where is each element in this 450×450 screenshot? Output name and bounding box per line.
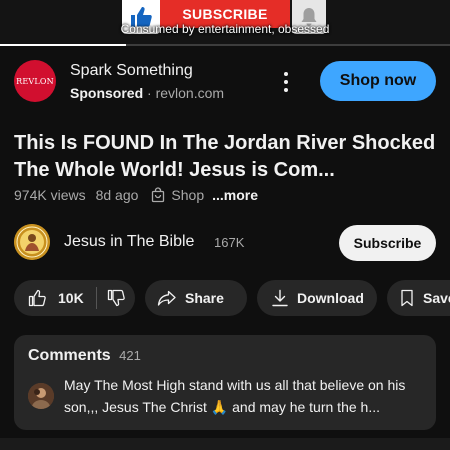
more-link[interactable]: ...more (212, 187, 258, 203)
channel-row: Jesus in The Bible 167K Subscribe (0, 222, 450, 266)
comments-section[interactable]: Comments 421 May The Most High stand wit… (14, 335, 436, 430)
bottom-edge (0, 438, 450, 450)
share-button[interactable]: Share (145, 280, 247, 316)
ad-separator: · (147, 85, 152, 101)
shop-now-button[interactable]: Shop now (320, 61, 436, 101)
sponsored-ad[interactable]: REVLON Spark Something Sponsored · revlo… (0, 50, 450, 114)
video-metadata[interactable]: 974K views 8d ago Shop ...more (14, 187, 258, 203)
view-count: 974K views (14, 187, 86, 203)
video-player[interactable]: SUBSCRIBE Consumed by entertainment, obs… (0, 0, 450, 44)
share-label: Share (185, 290, 224, 306)
video-actions: 10K Share Download Save (14, 280, 450, 316)
top-comment-text: May The Most High stand with us all that… (64, 377, 406, 415)
like-dislike-pill: 10K (14, 280, 135, 316)
like-button[interactable]: 10K (14, 280, 84, 316)
thumbs-up-icon (28, 289, 46, 307)
video-progress-bar[interactable] (0, 44, 450, 46)
sponsored-label: Sponsored (70, 85, 144, 101)
video-title[interactable]: This Is FOUND In The Jordan River Shocke… (14, 130, 442, 184)
video-caption: Consumed by entertainment, obsessed (120, 22, 330, 36)
subscriber-count: 167K (214, 235, 245, 250)
bookmark-icon (401, 289, 413, 307)
avatar[interactable] (14, 224, 50, 260)
advertiser-logo: REVLON (14, 60, 56, 102)
dislike-button[interactable] (97, 280, 125, 316)
share-arrow-icon (157, 290, 176, 306)
download-label: Download (297, 290, 364, 306)
save-button[interactable]: Save (387, 280, 450, 316)
ad-domain: revlon.com (155, 85, 225, 101)
commenter-avatar (28, 383, 54, 409)
download-icon (272, 289, 288, 307)
channel-name[interactable]: Jesus in The Bible (64, 233, 194, 251)
comments-label: Comments (28, 347, 111, 364)
kebab-menu-icon[interactable] (278, 68, 294, 96)
comments-count: 421 (119, 348, 141, 363)
thumbs-down-icon (107, 289, 125, 307)
ad-subtitle: Sponsored · revlon.com (70, 85, 224, 101)
shop-link[interactable]: Shop (171, 187, 204, 203)
like-count: 10K (58, 290, 84, 306)
upload-age: 8d ago (95, 187, 139, 203)
video-progress-fill (0, 44, 126, 46)
ad-title: Spark Something (70, 62, 193, 79)
save-label: Save (423, 290, 450, 306)
download-button[interactable]: Download (257, 280, 377, 316)
shopping-bag-icon (150, 187, 166, 203)
subscribe-button[interactable]: Subscribe (339, 225, 436, 261)
comments-header: Comments 421 (28, 347, 141, 365)
